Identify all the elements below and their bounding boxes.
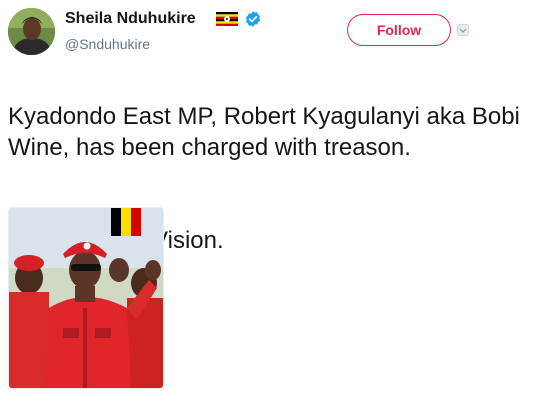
avatar[interactable] <box>8 8 55 55</box>
verified-badge-icon <box>245 11 261 27</box>
user-handle[interactable]: @Snduhukire <box>65 36 150 52</box>
follow-button[interactable]: Follow <box>347 14 451 46</box>
uganda-flag-icon <box>216 12 238 26</box>
caret-menu-icon[interactable] <box>457 24 469 36</box>
attached-photo[interactable] <box>8 207 164 389</box>
tweet-body: Kyadondo East MP, Robert Kyagulanyi aka … <box>8 103 520 161</box>
display-name[interactable]: Sheila Nduhukire <box>65 10 196 28</box>
